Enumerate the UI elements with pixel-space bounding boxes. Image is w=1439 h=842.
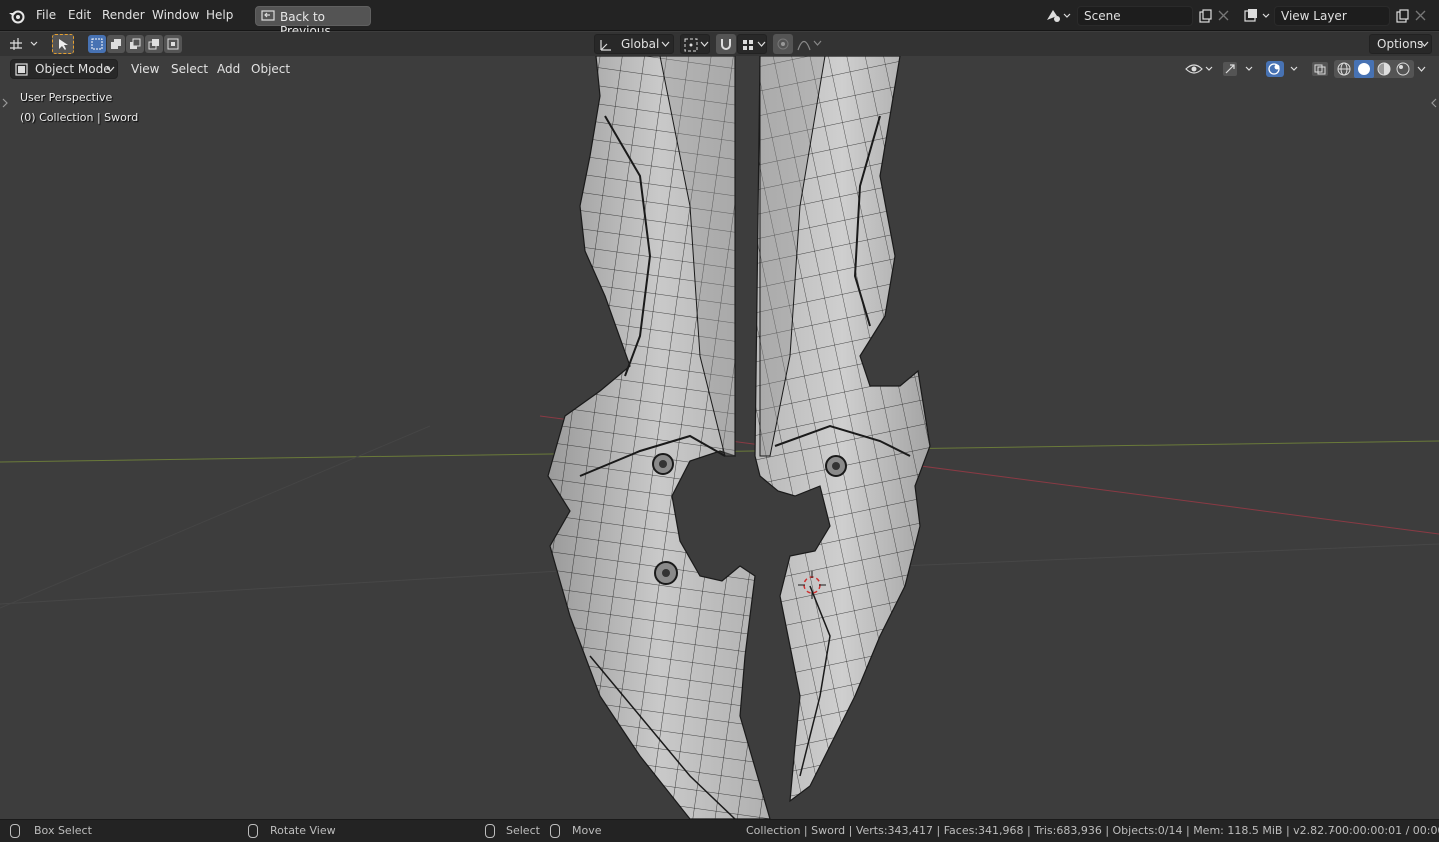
options-label: Options (1377, 37, 1424, 51)
grid-line (0, 425, 431, 609)
new-view-layer-icon[interactable] (1395, 9, 1409, 23)
mouse-middle-icon (248, 824, 258, 838)
orientation-axes-icon (600, 40, 611, 51)
menu-file[interactable]: File (36, 8, 56, 22)
viewport-menu-add[interactable]: Add (211, 60, 246, 78)
chevron-down-icon (1420, 41, 1429, 47)
box-invert-icon (148, 39, 159, 50)
menu-render[interactable]: Render (102, 8, 145, 22)
select-mode-subtract-button[interactable] (126, 35, 144, 53)
shading-options-chevron-icon[interactable] (1417, 66, 1426, 73)
select-mode-new-button[interactable] (88, 35, 106, 53)
view-perspective-label: User Perspective (20, 91, 113, 104)
status-select: Select (506, 824, 540, 837)
scene-name-value: Scene (1084, 9, 1121, 23)
chevron-down-icon (700, 41, 709, 47)
back-to-previous-button[interactable]: Back to Previous (255, 6, 371, 38)
interaction-mode-dropdown[interactable]: Object Mode (10, 59, 118, 79)
grid-line (0, 570, 561, 605)
menu-window[interactable]: Window (152, 8, 199, 22)
cursor-arrow-icon (59, 39, 68, 50)
view-layer-browse-icon[interactable] (1243, 8, 1271, 24)
top-bar: File Edit Render Window Help Back to Pre… (0, 0, 1439, 38)
sword-mesh-left[interactable] (547, 56, 771, 819)
scene-statistics: Collection | Sword | Verts:343,417 | Fac… (746, 824, 1335, 837)
options-dropdown[interactable]: Options (1369, 34, 1432, 54)
chevron-down-icon (661, 41, 670, 47)
menu-help[interactable]: Help (206, 8, 233, 22)
viewport-menu-view[interactable]: View (125, 60, 165, 78)
falloff-curve-icon (797, 40, 811, 51)
snap-increment-icon (743, 40, 753, 50)
material-shading-icon[interactable] (1377, 62, 1391, 76)
mouse-left-icon (10, 824, 20, 838)
xray-toggle-icon[interactable] (1311, 61, 1329, 77)
status-bar: Box Select Rotate View Select Move Colle… (0, 819, 1439, 842)
transform-orientation-dropdown[interactable]: Global (594, 34, 674, 54)
scene-name-field[interactable]: Scene (1077, 6, 1193, 26)
snap-element-dropdown[interactable] (737, 34, 767, 54)
gizmo-toggle-icon[interactable] (1222, 61, 1256, 77)
blender-logo-icon[interactable] (8, 7, 26, 25)
snap-toggle-button[interactable] (716, 34, 736, 54)
mouse-right-icon (550, 824, 560, 838)
overlays-toggle-icon[interactable] (1266, 61, 1302, 77)
mouse-left-icon (485, 824, 495, 838)
editor-type-icon[interactable] (8, 36, 40, 52)
box-subtract-icon (130, 38, 141, 49)
select-mode-extend-button[interactable] (107, 35, 125, 53)
chevron-down-icon (106, 66, 115, 72)
select-mode-intersect-button[interactable] (164, 35, 182, 53)
wireframe-shading-icon[interactable] (1337, 62, 1351, 76)
scene-browse-icon[interactable] (1045, 8, 1071, 24)
visibility-eye-icon[interactable] (1185, 61, 1215, 77)
shading-mode-group (1334, 60, 1414, 78)
mode-label: Object Mode (35, 62, 111, 76)
toolbar-expand-arrow-icon[interactable] (2, 98, 8, 108)
select-mode-invert-button[interactable] (145, 35, 163, 53)
viewport-menu-object[interactable]: Object (245, 60, 296, 78)
proportional-dot-icon (777, 38, 789, 50)
rendered-shading-icon[interactable] (1396, 62, 1410, 76)
active-collection-label: (0) Collection | Sword (20, 111, 139, 124)
viewport-menu-select[interactable]: Select (165, 60, 214, 78)
timecode: -00:00:00:01 / 00:00 (1331, 824, 1439, 837)
pivot-icon (684, 38, 698, 52)
pivot-point-dropdown[interactable] (680, 34, 710, 54)
view-layer-value: View Layer (1281, 9, 1347, 23)
orientation-label: Global (621, 37, 660, 51)
grid-line (899, 543, 1439, 567)
magnet-icon (721, 39, 731, 50)
screen-back-icon (261, 10, 275, 21)
proportional-editing-button[interactable] (773, 34, 793, 54)
viewport-scene[interactable] (0, 56, 1439, 819)
box-intersect-icon (167, 38, 179, 50)
sidebar-expand-arrow-icon[interactable] (1431, 98, 1437, 108)
3d-viewport[interactable]: Object Mode View Select Add Object User … (0, 56, 1439, 819)
view-layer-field[interactable]: View Layer (1274, 6, 1390, 26)
tool-header: Global Options (0, 32, 1439, 56)
sword-mesh-right[interactable] (754, 56, 931, 803)
solid-shading-button[interactable] (1354, 60, 1374, 78)
delete-view-layer-icon[interactable] (1415, 10, 1426, 21)
status-box-select: Box Select (34, 824, 92, 837)
chevron-down-icon (757, 41, 766, 47)
menu-edit[interactable]: Edit (68, 8, 91, 22)
tweak-tool-button[interactable] (52, 34, 74, 54)
object-mode-icon (15, 63, 28, 76)
chevron-down-icon (813, 40, 822, 46)
delete-scene-icon[interactable] (1218, 10, 1229, 21)
solid-shading-icon (1358, 63, 1370, 75)
falloff-dropdown[interactable] (795, 34, 825, 54)
status-rotate-view: Rotate View (270, 824, 336, 837)
status-move: Move (572, 824, 602, 837)
new-scene-icon[interactable] (1198, 9, 1212, 23)
box-extend-icon (111, 39, 121, 49)
box-new-icon (91, 38, 103, 50)
